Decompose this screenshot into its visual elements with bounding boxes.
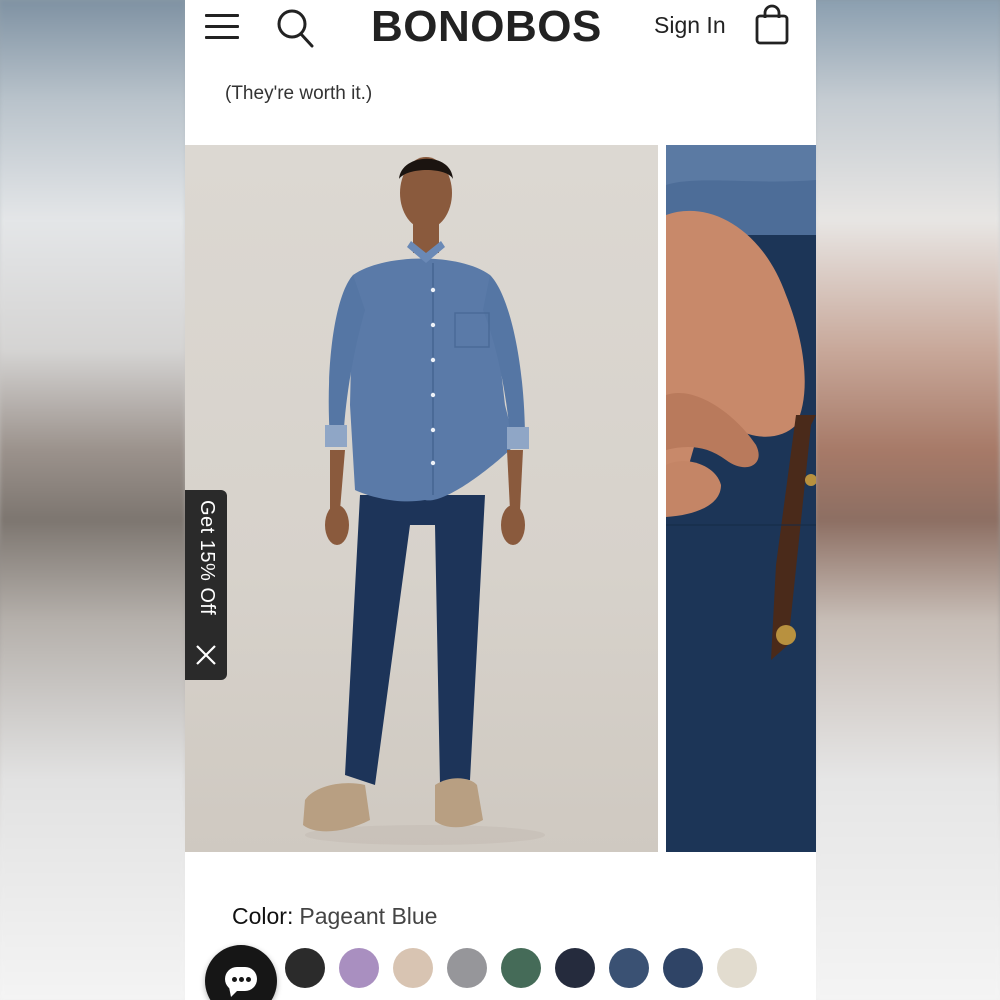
color-swatch-charcoal[interactable]	[285, 948, 325, 988]
color-value: Pageant Blue	[299, 903, 438, 929]
tagline: (They're worth it.)	[225, 83, 373, 104]
color-swatch-tan[interactable]	[393, 948, 433, 988]
product-gallery[interactable]	[185, 145, 816, 852]
sign-in-link[interactable]: Sign In	[654, 12, 726, 39]
color-swatch-stone[interactable]	[717, 948, 757, 988]
color-swatch-navy[interactable]	[555, 948, 595, 988]
color-swatch-gray[interactable]	[447, 948, 487, 988]
color-selection: Color: Pageant Blue	[232, 903, 437, 930]
product-photo-main[interactable]	[185, 145, 658, 852]
color-swatch-pageant-blue[interactable]	[663, 948, 703, 988]
color-swatch-green[interactable]	[501, 948, 541, 988]
promo-tab[interactable]: Get 15% Off	[185, 490, 227, 680]
bonobos-logo[interactable]: BONOBOS	[371, 2, 602, 52]
color-label: Color:	[232, 903, 294, 929]
color-swatch-slate-blue[interactable]	[609, 948, 649, 988]
search-icon[interactable]	[275, 6, 315, 48]
close-icon[interactable]	[194, 643, 218, 667]
chat-button[interactable]	[205, 945, 277, 1000]
background-blur-right	[815, 0, 1000, 1000]
menu-icon[interactable]	[205, 12, 239, 42]
product-photo-detail[interactable]	[666, 145, 816, 852]
promo-label[interactable]: Get 15% Off	[194, 500, 218, 630]
site-header: BONOBOS Sign In	[185, 0, 816, 60]
product-page: BONOBOS Sign In (They're worth it.) Get …	[185, 0, 816, 1000]
shopping-bag-icon[interactable]	[753, 4, 793, 46]
chat-icon	[225, 967, 257, 997]
color-swatch-lavender[interactable]	[339, 948, 379, 988]
background-blur-left	[0, 0, 185, 1000]
